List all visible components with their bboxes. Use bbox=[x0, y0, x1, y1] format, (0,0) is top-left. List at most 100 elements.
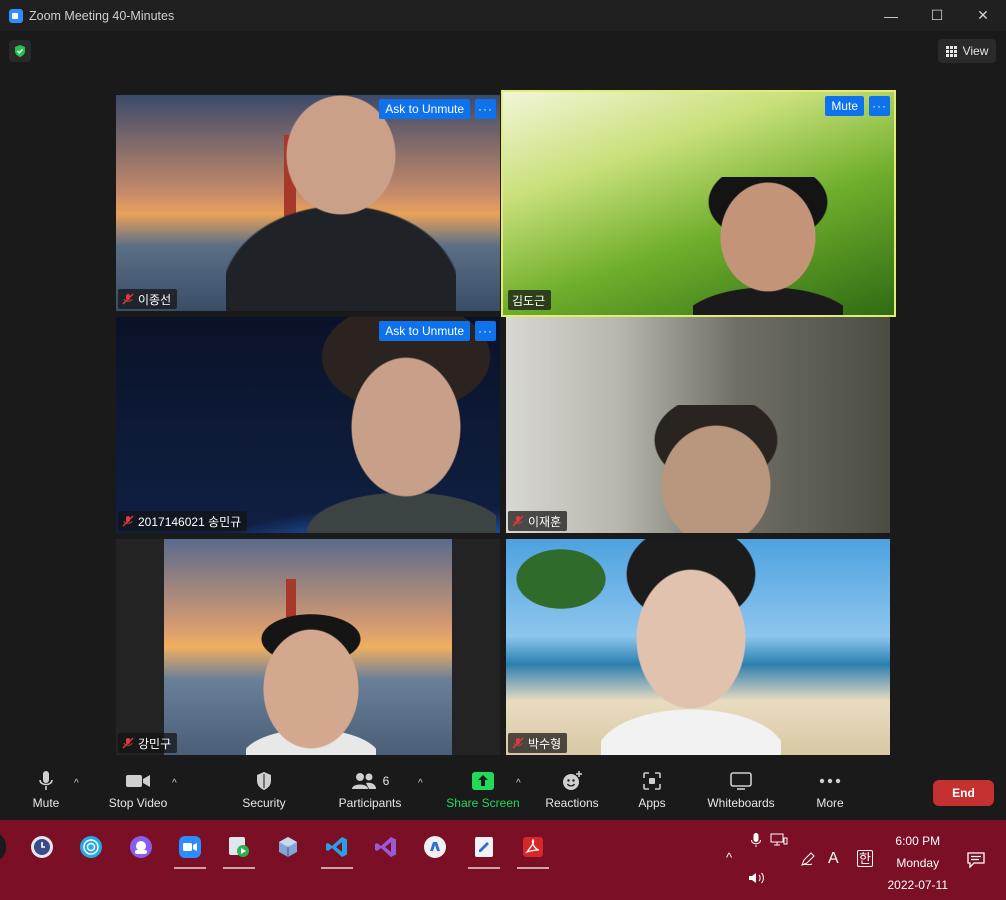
participant-name: 이종선 bbox=[138, 292, 172, 307]
taskbar-clock[interactable]: 6:00 PM Monday 2022-07-11 bbox=[888, 830, 949, 896]
participant-silhouette bbox=[636, 405, 796, 533]
ask-to-unmute-button[interactable]: Ask to Unmute bbox=[379, 321, 470, 341]
stop-video-label: Stop Video bbox=[108, 796, 168, 810]
participant-name: 김도근 bbox=[512, 293, 546, 308]
share-screen-icon bbox=[472, 772, 494, 790]
mic-muted-icon bbox=[122, 515, 134, 527]
participant-name: 강민구 bbox=[138, 736, 172, 751]
window-title: Zoom Meeting 40-Minutes bbox=[29, 8, 175, 23]
video-tile[interactable]: 이재훈 bbox=[506, 317, 890, 533]
apps-label: Apps bbox=[638, 796, 666, 810]
participant-name-tag: 2017146021 송민규 bbox=[118, 511, 248, 531]
meeting-toolbar: Mute ^ Stop Video ^ Security 6 Participa… bbox=[0, 766, 1006, 820]
video-options-caret[interactable]: ^ bbox=[172, 778, 177, 789]
shield-icon bbox=[257, 772, 271, 790]
minimize-button[interactable]: — bbox=[868, 0, 914, 31]
video-tile[interactable]: 강민구 bbox=[116, 539, 500, 755]
input-mode-a[interactable]: A bbox=[828, 850, 839, 868]
mic-muted-icon bbox=[512, 515, 524, 527]
pen-icon[interactable] bbox=[800, 851, 816, 867]
video-tile[interactable]: Ask to Unmute ··· 2017146021 송민규 bbox=[116, 317, 500, 533]
stop-video-button[interactable]: Stop Video bbox=[104, 766, 172, 820]
taskbar-app-visual-studio-icon[interactable] bbox=[366, 827, 406, 867]
taskbar-app-virtualbox-icon[interactable] bbox=[268, 827, 308, 867]
tile-more-button[interactable]: ··· bbox=[475, 99, 496, 119]
whiteboards-label: Whiteboards bbox=[707, 796, 775, 810]
tray-overflow-caret[interactable]: ^ bbox=[726, 850, 732, 865]
security-label: Security bbox=[242, 796, 286, 810]
participants-options-caret[interactable]: ^ bbox=[418, 778, 423, 789]
more-dots-icon bbox=[819, 778, 841, 784]
video-camera-icon bbox=[126, 775, 150, 787]
ask-to-unmute-button[interactable]: Ask to Unmute bbox=[379, 99, 470, 119]
input-mode-han[interactable]: 한 bbox=[857, 850, 873, 867]
taskbar-app-zoom-icon[interactable] bbox=[170, 827, 210, 869]
mute-participant-button[interactable]: Mute bbox=[825, 96, 864, 116]
taskbar-app-media-icon[interactable] bbox=[219, 827, 259, 869]
more-button[interactable]: More bbox=[812, 766, 848, 820]
video-tile[interactable]: 박수형 bbox=[506, 539, 890, 755]
participant-name: 박수형 bbox=[528, 736, 562, 751]
apps-button[interactable]: Apps bbox=[634, 766, 670, 820]
clock-date: 2022-07-11 bbox=[887, 878, 949, 892]
participant-name-tag: 이재훈 bbox=[508, 511, 568, 531]
participants-label: Participants bbox=[338, 796, 402, 810]
microphone-icon bbox=[39, 771, 53, 790]
windows-taskbar: ^ A 한 6:00 PM Monday 2022-07-11 bbox=[0, 820, 1006, 900]
participant-silhouette bbox=[246, 614, 376, 755]
share-screen-button[interactable]: Share Screen bbox=[446, 766, 520, 820]
clock-time: 6:00 PM bbox=[895, 834, 941, 848]
mute-label: Mute bbox=[32, 796, 60, 810]
participant-name-tag: 강민구 bbox=[118, 733, 178, 753]
volume-icon[interactable] bbox=[748, 871, 766, 885]
taskbar-app-assistant-icon[interactable] bbox=[121, 827, 161, 867]
share-options-caret[interactable]: ^ bbox=[516, 778, 521, 789]
participants-icon bbox=[351, 773, 376, 789]
participant-name-tag: 김도근 bbox=[508, 290, 552, 310]
participant-name: 이재훈 bbox=[528, 514, 562, 529]
taskbar-app-browser-icon[interactable] bbox=[415, 827, 455, 867]
grid-icon bbox=[945, 45, 957, 57]
tile-more-button[interactable]: ··· bbox=[475, 321, 496, 341]
window-controls: — ☐ ✕ bbox=[868, 0, 1006, 31]
video-tile-active-speaker[interactable]: Mute ··· 김도근 bbox=[501, 90, 896, 317]
mic-muted-icon bbox=[512, 737, 524, 749]
maximize-button[interactable]: ☐ bbox=[914, 0, 960, 31]
share-screen-label: Share Screen bbox=[446, 796, 520, 810]
participants-count: 6 bbox=[382, 774, 390, 788]
end-meeting-button[interactable]: End bbox=[933, 780, 994, 806]
network-icon[interactable] bbox=[770, 833, 788, 847]
participant-silhouette bbox=[296, 317, 496, 533]
mute-options-caret[interactable]: ^ bbox=[74, 778, 79, 789]
reactions-button[interactable]: Reactions bbox=[544, 766, 600, 820]
participant-silhouette bbox=[693, 177, 843, 315]
mic-in-use-icon[interactable] bbox=[750, 832, 762, 848]
smiley-add-icon bbox=[563, 771, 582, 790]
mic-muted-icon bbox=[122, 737, 134, 749]
view-button[interactable]: View bbox=[938, 39, 996, 63]
participant-name-tag: 이종선 bbox=[118, 289, 178, 309]
mute-button[interactable]: Mute bbox=[22, 766, 70, 820]
security-button[interactable]: Security bbox=[238, 766, 290, 820]
notification-center-icon[interactable] bbox=[967, 852, 985, 868]
taskbar-app-acrobat-icon[interactable] bbox=[513, 827, 553, 869]
clock-day: Monday bbox=[896, 856, 940, 870]
whiteboard-icon bbox=[730, 772, 752, 790]
taskbar-app-vscode-icon[interactable] bbox=[317, 827, 357, 869]
encryption-shield-icon[interactable] bbox=[9, 40, 31, 62]
palm-tree bbox=[516, 549, 606, 669]
participant-silhouette bbox=[601, 539, 781, 755]
tile-more-button[interactable]: ··· bbox=[869, 96, 890, 116]
taskbar-app-notes-icon[interactable] bbox=[464, 827, 504, 869]
whiteboards-button[interactable]: Whiteboards bbox=[704, 766, 778, 820]
participant-name: 2017146021 송민규 bbox=[138, 514, 242, 529]
participants-button[interactable]: 6 Participants bbox=[334, 766, 406, 820]
task-view-icon[interactable] bbox=[0, 832, 6, 862]
close-button[interactable]: ✕ bbox=[960, 0, 1006, 31]
view-label: View bbox=[962, 44, 989, 58]
taskbar-app-clock-icon[interactable] bbox=[22, 827, 62, 867]
title-bar: Zoom Meeting 40-Minutes — ☐ ✕ bbox=[0, 0, 1006, 31]
taskbar-app-fingerprint-icon[interactable] bbox=[71, 827, 111, 867]
mic-muted-icon bbox=[122, 293, 134, 305]
video-tile[interactable]: Ask to Unmute ··· 이종선 bbox=[116, 95, 500, 311]
